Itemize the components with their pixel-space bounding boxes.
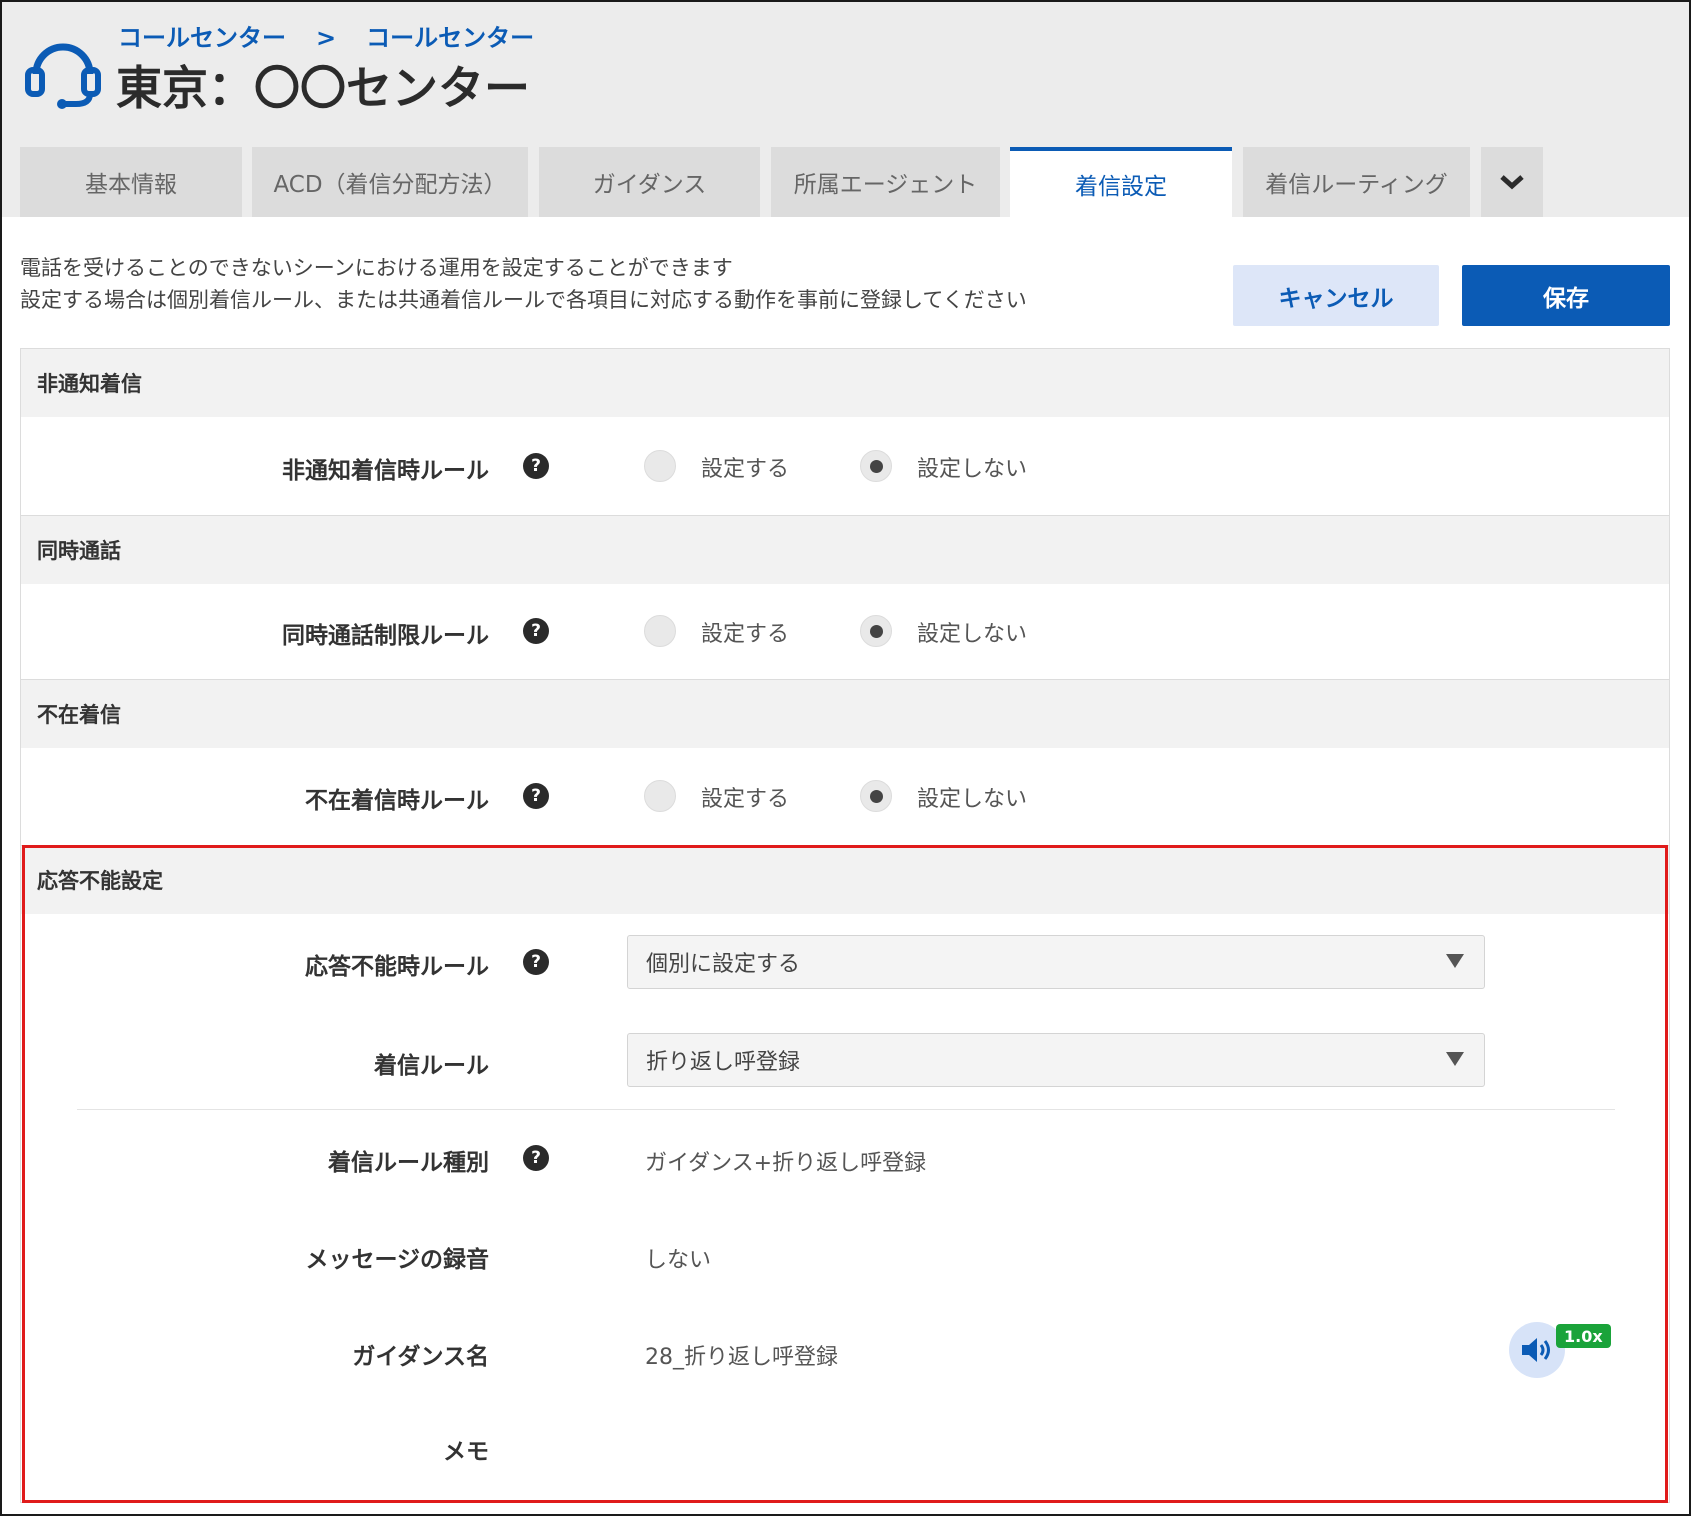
dropdown-arrow-icon xyxy=(1446,1052,1464,1066)
anonymous-radio-on[interactable] xyxy=(644,450,676,482)
concurrent-radio-off[interactable] xyxy=(860,615,892,647)
incoming-rule-value: 折り返し呼登録 xyxy=(646,1050,801,1075)
description: 電話を受けることのできないシーンにおける運用を設定することができます 設定する場… xyxy=(20,252,1027,316)
memo-label: メモ xyxy=(443,1439,489,1465)
divider xyxy=(77,1109,1615,1110)
help-icon[interactable]: ? xyxy=(523,783,549,809)
breadcrumb-link-2[interactable]: コールセンター xyxy=(366,24,534,52)
anonymous-rule-label: 非通知着信時ルール xyxy=(282,458,489,484)
absence-option-on-label: 設定する xyxy=(701,787,790,812)
incoming-rule-label: 着信ルール xyxy=(374,1053,489,1079)
settings-panel: 非通知着信 非通知着信時ルール ? 設定する 設定しない 同時通話 同時通話制限… xyxy=(20,348,1670,1503)
header: コールセンター > コールセンター 東京：〇〇センター 基本情報 ACD（着信分配方… xyxy=(2,2,1689,217)
recording-label: メッセージの録音 xyxy=(305,1247,489,1273)
breadcrumb-separator: > xyxy=(316,24,337,52)
page-title: 東京：〇〇センター xyxy=(116,61,530,115)
unanswerable-rule-select[interactable]: 個別に設定する xyxy=(627,935,1485,989)
tab-incoming-routing[interactable]: 着信ルーティング xyxy=(1243,147,1470,217)
absence-rule-label: 不在着信時ルール xyxy=(305,788,489,814)
incoming-rule-select[interactable]: 折り返し呼登録 xyxy=(627,1033,1485,1087)
unanswerable-rule-value: 個別に設定する xyxy=(646,952,801,977)
section-header-anonymous: 非通知着信 xyxy=(21,349,1669,417)
recording-value: しない xyxy=(645,1248,712,1273)
cancel-button[interactable]: キャンセル xyxy=(1233,265,1439,326)
section-header-concurrent: 同時通話 xyxy=(21,516,1669,584)
breadcrumb-link-1[interactable]: コールセンター xyxy=(118,24,286,52)
chevron-down-icon xyxy=(1500,175,1524,190)
section-header-absence: 不在着信 xyxy=(21,680,1669,748)
description-line-2: 設定する場合は個別着信ルール、または共通着信ルールで各項目に対応する動作を事前に… xyxy=(20,288,1027,312)
anonymous-option-off-label: 設定しない xyxy=(917,457,1028,482)
playback-speed-badge[interactable]: 1.0x xyxy=(1556,1324,1611,1348)
help-icon[interactable]: ? xyxy=(523,453,549,479)
absence-radio-off[interactable] xyxy=(860,780,892,812)
tab-more-button[interactable] xyxy=(1481,147,1543,217)
speaker-icon xyxy=(1522,1338,1550,1362)
concurrent-option-on-label: 設定する xyxy=(701,622,790,647)
help-icon[interactable]: ? xyxy=(523,949,549,975)
rule-type-value: ガイダンス+折り返し呼登録 xyxy=(645,1151,927,1176)
concurrent-rule-label: 同時通話制限ルール xyxy=(282,623,489,649)
rule-type-label: 着信ルール種別 xyxy=(328,1150,489,1176)
help-icon[interactable]: ? xyxy=(523,618,549,644)
tab-agents[interactable]: 所属エージェント xyxy=(771,147,1000,217)
tab-incoming-settings[interactable]: 着信設定 xyxy=(1010,147,1232,217)
section-header-unanswerable: 応答不能設定 xyxy=(21,846,1669,914)
guidance-name-label: ガイダンス名 xyxy=(352,1344,489,1370)
absence-radio-on[interactable] xyxy=(644,780,676,812)
description-line-1: 電話を受けることのできないシーンにおける運用を設定することができます xyxy=(20,256,733,280)
anonymous-option-on-label: 設定する xyxy=(701,457,790,482)
tab-basic-info[interactable]: 基本情報 xyxy=(20,147,242,217)
concurrent-radio-on[interactable] xyxy=(644,615,676,647)
anonymous-radio-off[interactable] xyxy=(860,450,892,482)
guidance-name-value: 28_折り返し呼登録 xyxy=(645,1345,838,1370)
tab-guidance[interactable]: ガイダンス xyxy=(539,147,760,217)
concurrent-option-off-label: 設定しない xyxy=(917,622,1028,647)
dropdown-arrow-icon xyxy=(1446,954,1464,968)
help-icon[interactable]: ? xyxy=(523,1145,549,1171)
absence-option-off-label: 設定しない xyxy=(917,787,1028,812)
unanswerable-rule-label: 応答不能時ルール xyxy=(305,954,489,980)
breadcrumb: コールセンター > コールセンター xyxy=(118,18,534,53)
tab-acd[interactable]: ACD（着信分配方法） xyxy=(252,147,528,217)
page-frame: コールセンター > コールセンター 東京：〇〇センター 基本情報 ACD（着信分配方… xyxy=(0,0,1691,1516)
headset-icon xyxy=(25,43,101,109)
save-button[interactable]: 保存 xyxy=(1462,265,1670,326)
